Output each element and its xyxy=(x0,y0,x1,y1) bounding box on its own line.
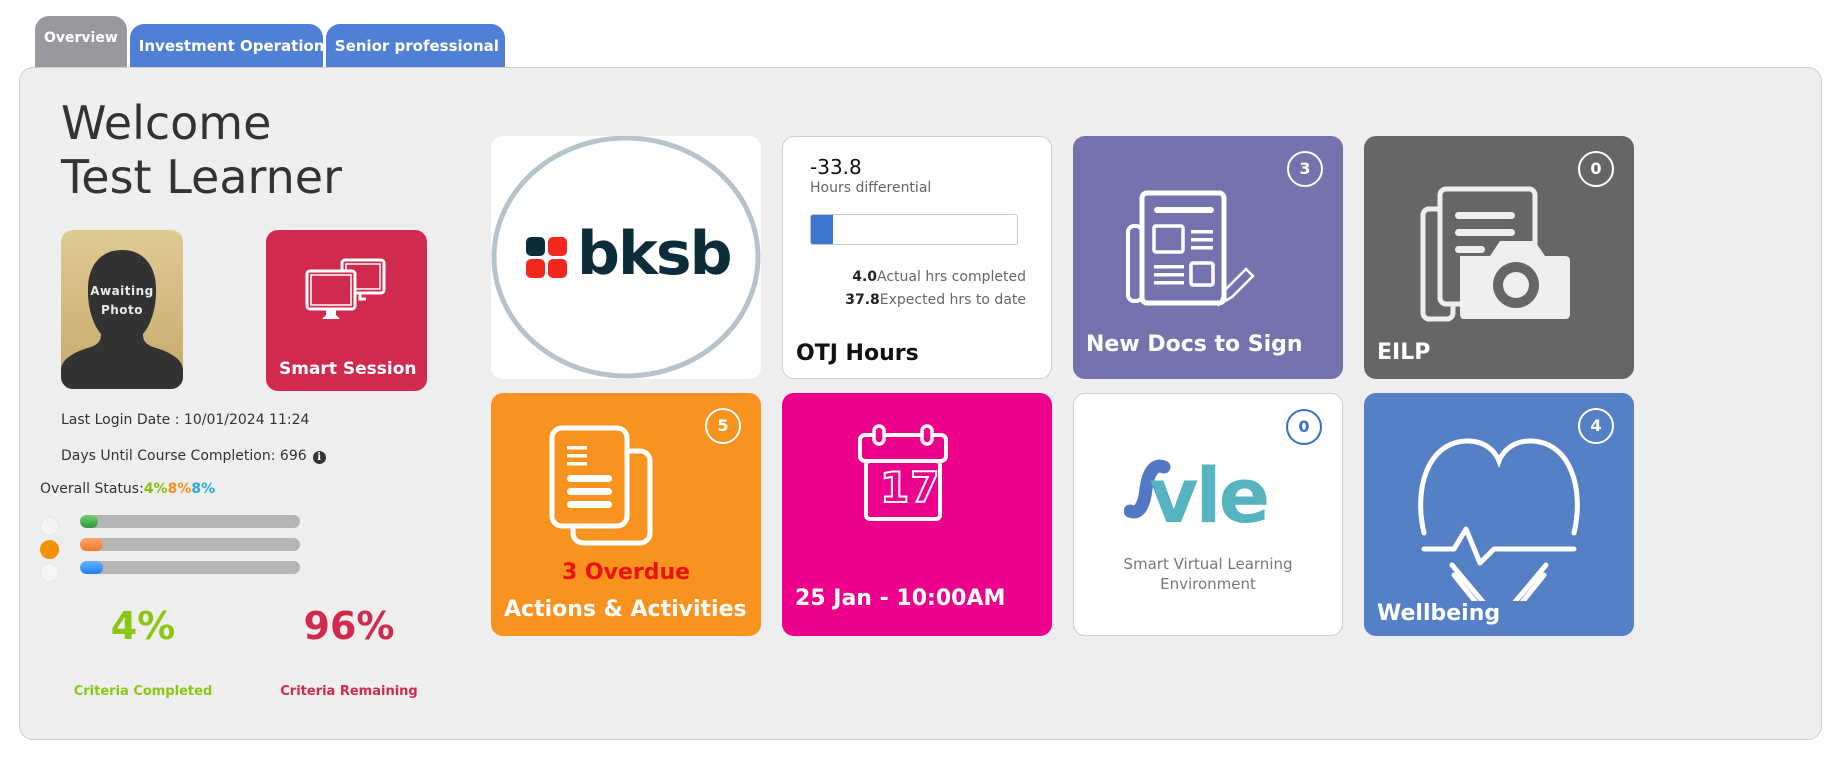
vle-tile[interactable]: 0 vle Smart Virtual Learning Environment xyxy=(1073,393,1343,636)
calendar-tile[interactable]: 17 25 Jan - 10:00AM xyxy=(782,393,1052,636)
progress-fill-orange xyxy=(80,538,103,551)
smart-session-button[interactable]: Smart Session xyxy=(266,230,427,391)
otj-progress-fill xyxy=(811,215,833,244)
otj-progress-bar xyxy=(810,214,1018,245)
status-dot-3 xyxy=(40,563,59,582)
vle-logo-text: vle xyxy=(1149,451,1270,540)
heart-pulse-icon xyxy=(1418,438,1580,601)
days-until-completion-row: Days Until Course Completion: 696 i xyxy=(61,448,326,464)
overview-panel: Welcome Test Learner Awaiting Photo Smar… xyxy=(19,67,1822,740)
eilp-label: EILP xyxy=(1377,340,1431,365)
overall-status-value-1: 4% xyxy=(143,481,168,497)
otj-differential: -33.8 xyxy=(810,155,862,179)
actions-count-badge: 5 xyxy=(705,408,741,444)
eilp-count-badge: 0 xyxy=(1578,151,1614,187)
wellbeing-label: Wellbeing xyxy=(1377,601,1501,626)
tab-investment-operations[interactable]: Investment Operation... xyxy=(129,24,342,68)
bksb-tile[interactable]: bksb xyxy=(491,136,761,379)
smart-session-label: Smart Session xyxy=(279,359,417,379)
actions-activities-tile[interactable]: 5 3 Overdue Actions & Activities xyxy=(491,393,761,636)
otj-actual-row: 4.0Actual hrs completed xyxy=(852,269,1026,285)
criteria-remaining-percent: 96% xyxy=(303,604,395,648)
overdue-count: 3 Overdue xyxy=(561,560,691,585)
status-dot-2 xyxy=(40,540,59,559)
docs-label: New Docs to Sign xyxy=(1086,332,1303,357)
otj-title: OTJ Hours xyxy=(796,341,919,366)
days-until-completion: Days Until Course Completion: 696 xyxy=(61,448,307,464)
vle-subtitle: Smart Virtual Learning Environment xyxy=(1074,554,1342,594)
otj-expected-value: 37.8 xyxy=(845,292,880,308)
welcome-line: Welcome xyxy=(61,96,272,150)
document-camera-icon xyxy=(1420,186,1570,322)
overall-status-label: Overall Status: xyxy=(40,481,144,497)
progress-bar-blue xyxy=(80,561,300,574)
learner-photo-placeholder: Awaiting Photo xyxy=(61,230,183,389)
eilp-tile[interactable]: 0 EILP xyxy=(1364,136,1634,379)
otj-differential-label: Hours differential xyxy=(810,180,932,196)
vle-subtitle-line1: Smart Virtual Learning xyxy=(1123,555,1293,573)
learner-name: Test Learner xyxy=(61,150,342,204)
otj-actual-value: 4.0 xyxy=(852,269,878,285)
tab-bar: Overview Investment Operation... Senior … xyxy=(35,16,521,68)
welcome-heading: Welcome Test Learner xyxy=(61,96,342,204)
photo-text-line1: Awaiting xyxy=(90,284,154,298)
calendar-day: 17 xyxy=(879,463,941,512)
status-dot-1 xyxy=(40,517,59,536)
documents-icon xyxy=(549,425,653,546)
progress-bar-green xyxy=(80,515,300,528)
actions-label: Actions & Activities xyxy=(504,597,747,622)
tab-overview[interactable]: Overview xyxy=(35,16,127,68)
new-docs-tile[interactable]: 3 New Docs to Sign xyxy=(1073,136,1343,379)
bksb-logo-text: bksb xyxy=(577,219,733,289)
wellbeing-count-badge: 4 xyxy=(1578,408,1614,444)
overall-status: Overall Status:4%8%8% xyxy=(40,481,215,497)
progress-fill-blue xyxy=(80,561,103,574)
overall-status-value-2: 8% xyxy=(167,481,192,497)
monitors-icon xyxy=(305,258,386,319)
otj-hours-tile[interactable]: -33.8 Hours differential 4.0Actual hrs c… xyxy=(782,136,1052,379)
criteria-completed-percent: 4% xyxy=(110,604,176,648)
wellbeing-tile[interactable]: 4 Wellbeing xyxy=(1364,393,1634,636)
otj-actual-label: Actual hrs completed xyxy=(877,269,1026,285)
overall-status-value-3: 8% xyxy=(191,481,216,497)
last-login: Last Login Date : 10/01/2024 11:24 xyxy=(61,412,310,428)
vle-count-badge: 0 xyxy=(1286,409,1322,445)
calendar-next-event: 25 Jan - 10:00AM xyxy=(795,586,1006,611)
vle-subtitle-line2: Environment xyxy=(1160,575,1256,593)
progress-fill-green xyxy=(80,515,98,528)
tab-senior-professional[interactable]: Senior professional ... xyxy=(325,24,521,68)
info-icon[interactable]: i xyxy=(312,451,326,464)
docs-count-badge: 3 xyxy=(1287,151,1323,187)
photo-text-line2: Photo xyxy=(100,303,144,317)
otj-expected-label: Expected hrs to date xyxy=(879,292,1026,308)
criteria-remaining-label: Criteria Remaining xyxy=(280,684,418,699)
document-sign-icon xyxy=(1126,190,1255,307)
criteria-completed-label: Criteria Completed xyxy=(73,684,213,699)
otj-expected-row: 37.8Expected hrs to date xyxy=(845,292,1026,308)
progress-bar-orange xyxy=(80,538,300,551)
